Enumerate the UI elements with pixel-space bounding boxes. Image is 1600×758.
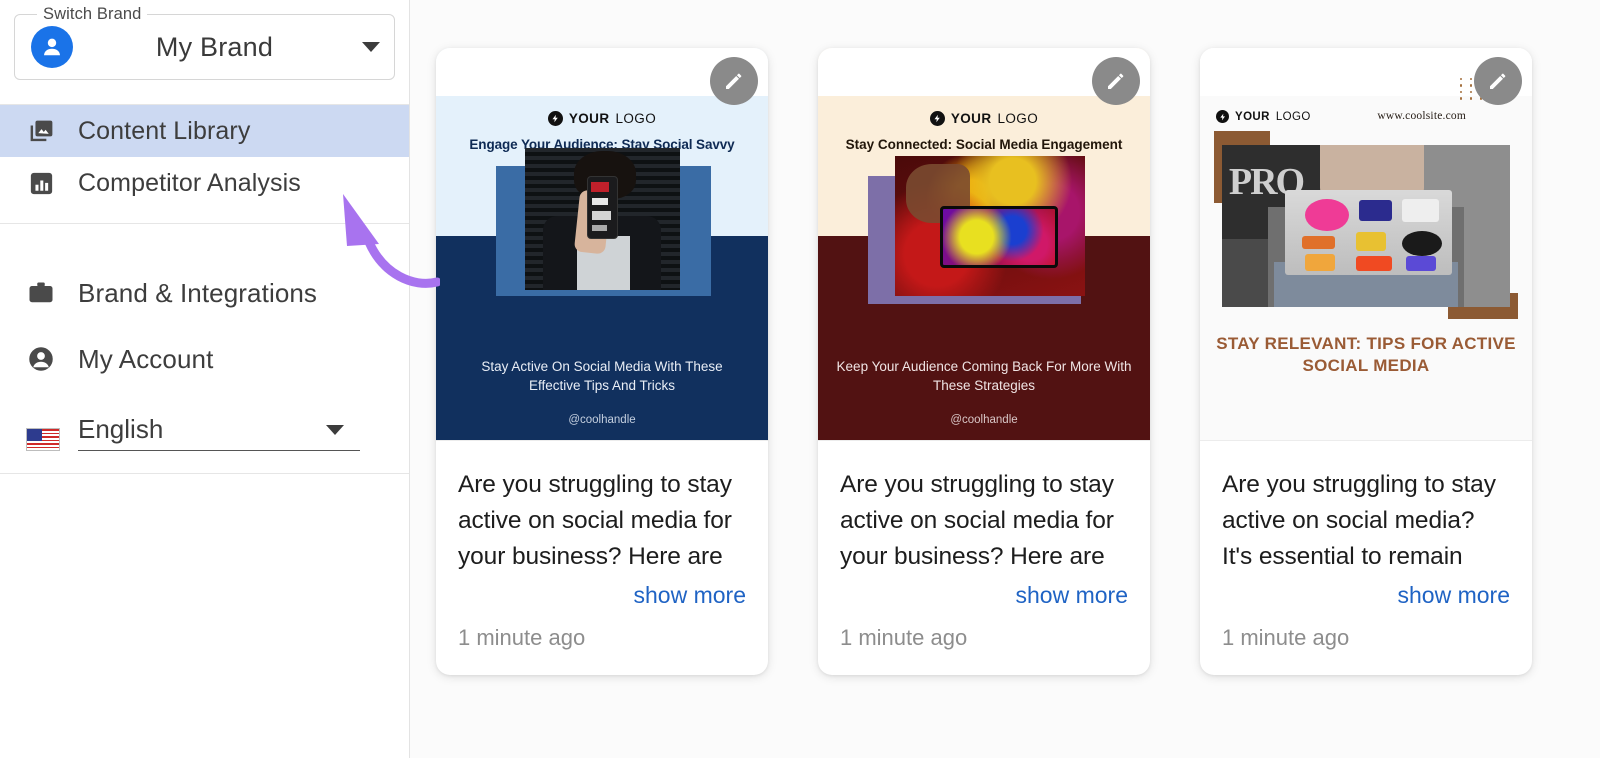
bolt-logo-icon [1216, 110, 1229, 123]
show-more-link[interactable]: show more [1222, 582, 1510, 609]
poster-handle: @coolhandle [950, 414, 1018, 426]
account-circle-icon [26, 344, 56, 374]
logo-bold-text: YOUR [1235, 110, 1270, 123]
sidebar-item-my-account[interactable]: My Account [0, 326, 409, 392]
card-body: Are you struggling to stay active on soc… [436, 441, 768, 609]
poster-title: STAY RELEVANT: TIPS FOR ACTIVE SOCIAL ME… [1216, 334, 1516, 376]
poster-photo [524, 148, 680, 290]
logo-light-text: LOGO [615, 111, 657, 126]
sidebar-item-label: Competitor Analysis [78, 168, 301, 197]
card-media: YOUR LOGO Engage Your Audience: Stay Soc… [436, 48, 768, 440]
poster-image-block: PRO [1200, 131, 1532, 319]
person-avatar-icon [31, 26, 73, 68]
card-timestamp: 1 minute ago [458, 625, 586, 650]
poster-header: YOUR LOGO www.coolsite.com [1200, 96, 1532, 123]
poster-preview: YOUR LOGO Stay Connected: Social Media E… [818, 48, 1150, 440]
pencil-edit-icon[interactable] [710, 57, 758, 105]
card-caption-text: Are you struggling to stay active on soc… [458, 471, 732, 570]
pencil-edit-icon[interactable] [1474, 57, 1522, 105]
language-select-field[interactable]: English [78, 414, 360, 451]
card-caption-text: Are you struggling to stay active on soc… [1222, 471, 1496, 570]
logo-bold-text: YOUR [950, 111, 992, 126]
content-library-main: YOUR LOGO Engage Your Audience: Stay Soc… [410, 0, 1600, 758]
poster-caption: Stay Active On Social Media With These E… [481, 358, 723, 394]
poster-preview: YOUR LOGO Engage Your Audience: Stay Soc… [436, 48, 768, 440]
poster-photo: PRO [1222, 145, 1510, 307]
sidebar-divider-bottom [0, 473, 409, 474]
brand-name-value: My Brand [155, 31, 274, 62]
bar-chart-icon [26, 168, 56, 198]
pencil-edit-icon[interactable] [1092, 57, 1140, 105]
sidebar-item-label: My Account [78, 343, 214, 374]
app-root: Switch Brand My Brand Content Library Co… [0, 0, 1600, 758]
card-body: Are you struggling to stay active on soc… [1200, 441, 1532, 609]
show-more-link[interactable]: show more [840, 582, 1128, 609]
card-media: YOUR LOGO www.coolsite.com PRO STAY RELE… [1200, 48, 1532, 440]
language-selector[interactable]: English [0, 414, 409, 451]
poster-logo: YOUR LOGO [818, 96, 1150, 128]
poster-image-block [436, 148, 768, 296]
sidebar-item-label: Brand & Integrations [78, 277, 318, 308]
card-timestamp: 1 minute ago [840, 625, 968, 650]
sidebar-item-brand-integrations[interactable]: Brand & Integrations [0, 260, 409, 326]
poster-photo [894, 156, 1085, 296]
poster-captions: Keep Your Audience Coming Back For More … [818, 357, 1150, 426]
poster-image-block [818, 156, 1150, 306]
card-body: Are you struggling to stay active on soc… [818, 441, 1150, 609]
poster-captions: Stay Active On Social Media With These E… [436, 357, 768, 426]
content-card[interactable]: YOUR LOGO Engage Your Audience: Stay Soc… [436, 48, 768, 675]
sidebar-nav-primary: Content Library Competitor Analysis [0, 105, 409, 209]
logo-light-text: LOGO [997, 111, 1039, 126]
us-flag-icon [26, 428, 60, 451]
content-card[interactable]: YOUR LOGO www.coolsite.com PRO STAY RELE… [1200, 48, 1532, 675]
bolt-logo-icon [929, 111, 945, 126]
card-timestamp: 1 minute ago [1222, 625, 1350, 650]
brand-switcher[interactable]: Switch Brand My Brand [14, 5, 395, 80]
bolt-logo-icon [547, 111, 563, 126]
sidebar-item-competitor-analysis[interactable]: Competitor Analysis [0, 157, 409, 209]
sidebar-item-content-library[interactable]: Content Library [0, 105, 409, 157]
language-value: English [78, 414, 164, 444]
photo-library-icon [26, 116, 56, 146]
brand-switch-section: Switch Brand My Brand [0, 0, 409, 80]
brand-switch-legend: Switch Brand [37, 5, 148, 24]
card-caption-text: Are you struggling to stay active on soc… [840, 471, 1114, 570]
poster-handle: @coolhandle [568, 414, 636, 426]
poster-site-url: www.coolsite.com [1377, 110, 1466, 122]
chevron-down-icon[interactable] [326, 424, 344, 435]
sidebar: Switch Brand My Brand Content Library Co… [0, 0, 442, 758]
logo-light-text: LOGO [1275, 110, 1311, 123]
chevron-down-icon[interactable] [362, 42, 380, 52]
show-more-link[interactable]: show more [458, 582, 746, 609]
card-media: YOUR LOGO Stay Connected: Social Media E… [818, 48, 1150, 440]
content-card[interactable]: YOUR LOGO Stay Connected: Social Media E… [818, 48, 1150, 675]
briefcase-icon [26, 278, 56, 308]
sidebar-item-label: Content Library [78, 116, 251, 145]
sidebar-nav-secondary: Brand & Integrations My Account [0, 224, 409, 392]
logo-bold-text: YOUR [568, 111, 610, 126]
poster-preview: YOUR LOGO www.coolsite.com PRO STAY RELE… [1200, 48, 1532, 440]
poster-logo: YOUR LOGO [436, 96, 768, 128]
poster-caption: Keep Your Audience Coming Back For More … [836, 358, 1132, 394]
content-cards-row: YOUR LOGO Engage Your Audience: Stay Soc… [410, 0, 1600, 675]
